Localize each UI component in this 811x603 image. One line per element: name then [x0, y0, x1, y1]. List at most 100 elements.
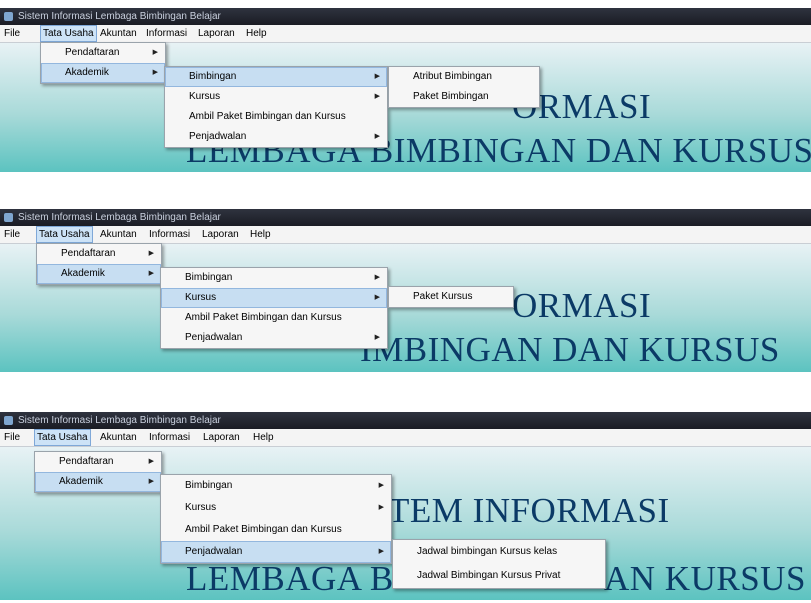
- window-title: Sistem Informasi Lembaga Bimbingan Belaj…: [18, 415, 221, 426]
- menu-file[interactable]: File: [2, 226, 22, 243]
- menu-item-label: Penjadwalan: [185, 546, 243, 557]
- menu-item-bimbingan[interactable]: Bimbingan ▶: [165, 67, 387, 87]
- menu-item-label: Atribut Bimbingan: [413, 71, 492, 82]
- menu-item-akademik[interactable]: Akademik ▶: [37, 264, 161, 284]
- menu-akuntan[interactable]: Akuntan: [98, 25, 139, 42]
- submenu-arrow-icon: ▶: [148, 458, 154, 465]
- menu-item-ambil-paket[interactable]: Ambil Paket Bimbingan dan Kursus: [161, 308, 387, 328]
- menu-help[interactable]: Help: [251, 429, 276, 446]
- menu-akuntan[interactable]: Akuntan: [98, 429, 139, 446]
- tata-usaha-dropdown: Pendaftaran ▶ Akademik ▶: [34, 451, 162, 493]
- menu-item-label: Pendaftaran: [61, 248, 116, 259]
- menu-item-label: Kursus: [185, 502, 217, 513]
- menu-tata-usaha[interactable]: Tata Usaha: [40, 25, 97, 42]
- menu-item-label: Ambil Paket Bimbingan dan Kursus: [189, 111, 346, 122]
- submenu-arrow-icon: ▶: [374, 133, 380, 140]
- akademik-dropdown: Bimbingan ▶ Kursus ▶ Ambil Paket Bimbingan…: [160, 474, 392, 564]
- app-icon: [4, 12, 13, 21]
- menu-item-bimbingan[interactable]: Bimbingan ▶: [161, 475, 391, 497]
- menu-item-ambil-paket[interactable]: Ambil Paket Bimbingan dan Kursus: [165, 107, 387, 127]
- tata-usaha-dropdown: Pendaftaran ▶ Akademik ▶: [40, 42, 166, 84]
- menu-informasi[interactable]: Informasi: [147, 226, 192, 243]
- menu-bar: File Tata Usaha Akuntan Informasi Lapora…: [0, 25, 811, 43]
- menu-item-kursus[interactable]: Kursus ▶: [165, 87, 387, 107]
- menu-item-label: Bimbingan: [185, 272, 233, 283]
- title-bar: Sistem Informasi Lembaga Bimbingan Belaj…: [0, 209, 811, 226]
- menu-item-bimbingan[interactable]: Bimbingan ▶: [161, 268, 387, 288]
- menu-item-ambil-paket[interactable]: Ambil Paket Bimbingan dan Kursus: [161, 519, 391, 541]
- menu-item-penjadwalan[interactable]: Penjadwalan ▶: [165, 127, 387, 147]
- screenshot-panel-3: Sistem Informasi Lembaga Bimbingan Belaj…: [0, 412, 811, 600]
- submenu-arrow-icon: ▶: [378, 504, 384, 511]
- menu-laporan[interactable]: Laporan: [196, 25, 237, 42]
- menu-item-jadwal-kursus-kelas[interactable]: Jadwal bimbingan Kursus kelas: [393, 540, 605, 564]
- menu-item-kursus[interactable]: Kursus ▶: [161, 497, 391, 519]
- menu-tata-usaha[interactable]: Tata Usaha: [34, 429, 91, 446]
- menu-item-label: Paket Bimbingan: [413, 91, 489, 102]
- menu-item-akademik[interactable]: Akademik ▶: [35, 472, 161, 492]
- banner-title-line2: LEMBAGA B: [186, 559, 394, 598]
- submenu-arrow-icon: ▶: [152, 69, 158, 76]
- menu-laporan[interactable]: Laporan: [200, 226, 241, 243]
- menu-tata-usaha[interactable]: Tata Usaha: [36, 226, 93, 243]
- menu-item-label: Jadwal Bimbingan Kursus Privat: [417, 570, 561, 581]
- menu-item-label: Bimbingan: [185, 480, 233, 491]
- submenu-arrow-icon: ▶: [148, 250, 154, 257]
- menu-item-label: Akademik: [59, 476, 103, 487]
- bimbingan-dropdown: Atribut Bimbingan Paket Bimbingan: [388, 66, 540, 108]
- submenu-arrow-icon: ▶: [378, 548, 384, 555]
- menu-item-label: Pendaftaran: [65, 47, 120, 58]
- banner-title-line2-right: AN KURSUS: [604, 559, 806, 598]
- menu-item-pendaftaran[interactable]: Pendaftaran ▶: [41, 43, 165, 63]
- menu-item-jadwal-kursus-privat[interactable]: Jadwal Bimbingan Kursus Privat: [393, 564, 605, 588]
- menu-item-label: Bimbingan: [189, 71, 237, 82]
- menu-akuntan[interactable]: Akuntan: [98, 226, 139, 243]
- menu-informasi[interactable]: Informasi: [144, 25, 189, 42]
- menu-item-label: Penjadwalan: [189, 131, 247, 142]
- submenu-arrow-icon: ▶: [374, 93, 380, 100]
- menu-item-pendaftaran[interactable]: Pendaftaran ▶: [35, 452, 161, 472]
- penjadwalan-dropdown: Jadwal bimbingan Kursus kelas Jadwal Bim…: [392, 539, 606, 589]
- submenu-arrow-icon: ▶: [374, 334, 380, 341]
- menu-item-kursus[interactable]: Kursus ▶: [161, 288, 387, 308]
- menu-file[interactable]: File: [2, 429, 22, 446]
- banner-title-line1: TEM INFORMASI: [388, 491, 670, 530]
- menu-help[interactable]: Help: [244, 25, 269, 42]
- menu-item-label: Kursus: [185, 292, 217, 303]
- akademik-dropdown: Bimbingan ▶ Kursus ▶ Ambil Paket Bimbingan…: [160, 267, 388, 349]
- window-title: Sistem Informasi Lembaga Bimbingan Belaj…: [18, 11, 221, 22]
- menu-item-label: Pendaftaran: [59, 456, 114, 467]
- submenu-arrow-icon: ▶: [378, 482, 384, 489]
- submenu-arrow-icon: ▶: [374, 73, 380, 80]
- tata-usaha-dropdown: Pendaftaran ▶ Akademik ▶: [36, 243, 162, 285]
- menu-item-paket-bimbingan[interactable]: Paket Bimbingan: [389, 87, 539, 107]
- screenshot-panel-2: Sistem Informasi Lembaga Bimbingan Belaj…: [0, 209, 811, 372]
- banner-title-line2: IMBINGAN DAN KURSUS: [360, 330, 780, 369]
- menu-item-akademik[interactable]: Akademik ▶: [41, 63, 165, 83]
- menu-item-pendaftaran[interactable]: Pendaftaran ▶: [37, 244, 161, 264]
- menu-item-label: Ambil Paket Bimbingan dan Kursus: [185, 524, 342, 535]
- menu-informasi[interactable]: Informasi: [147, 429, 192, 446]
- menu-item-paket-kursus[interactable]: Paket Kursus: [389, 287, 513, 307]
- menu-item-penjadwalan[interactable]: Penjadwalan ▶: [161, 328, 387, 348]
- kursus-dropdown: Paket Kursus: [388, 286, 514, 308]
- submenu-arrow-icon: ▶: [148, 270, 154, 277]
- menu-item-atribut-bimbingan[interactable]: Atribut Bimbingan: [389, 67, 539, 87]
- screenshot-panel-1: Sistem Informasi Lembaga Bimbingan Belaj…: [0, 8, 811, 172]
- menu-item-label: Akademik: [61, 268, 105, 279]
- menu-item-label: Paket Kursus: [413, 291, 473, 302]
- menu-bar: File Tata Usaha Akuntan Informasi Lapora…: [0, 226, 811, 244]
- menu-item-penjadwalan[interactable]: Penjadwalan ▶: [161, 541, 391, 563]
- submenu-arrow-icon: ▶: [152, 49, 158, 56]
- menu-laporan[interactable]: Laporan: [201, 429, 242, 446]
- submenu-arrow-icon: ▶: [374, 294, 380, 301]
- menu-file[interactable]: File: [2, 25, 22, 42]
- submenu-arrow-icon: ▶: [374, 274, 380, 281]
- app-icon: [4, 416, 13, 425]
- akademik-dropdown: Bimbingan ▶ Kursus ▶ Ambil Paket Bimbingan…: [164, 66, 388, 148]
- menu-item-label: Ambil Paket Bimbingan dan Kursus: [185, 312, 342, 323]
- menu-item-label: Jadwal bimbingan Kursus kelas: [417, 546, 558, 557]
- window-title: Sistem Informasi Lembaga Bimbingan Belaj…: [18, 212, 221, 223]
- title-bar: Sistem Informasi Lembaga Bimbingan Belaj…: [0, 8, 811, 25]
- menu-help[interactable]: Help: [248, 226, 273, 243]
